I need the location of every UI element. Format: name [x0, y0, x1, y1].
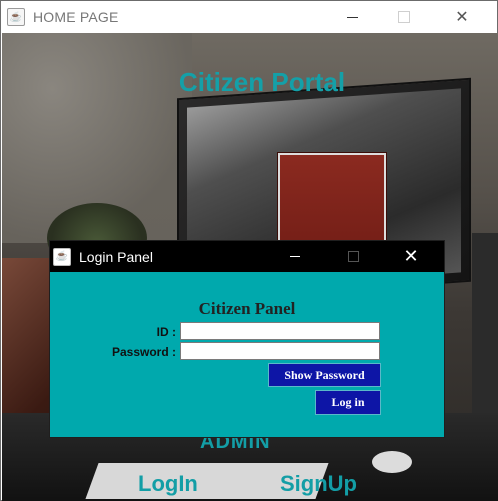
- java-coffee-icon: ☕: [53, 247, 71, 266]
- close-icon: ✕: [455, 9, 469, 26]
- java-coffee-icon: ☕: [7, 8, 25, 26]
- login-dialog: ☕ Login Panel ✕ Citizen Panel ID : Passw…: [49, 240, 445, 438]
- mouse-graphic: [372, 451, 412, 473]
- home-titlebar[interactable]: ☕ HOME PAGE ✕: [1, 1, 497, 33]
- close-icon: ✕: [403, 246, 419, 266]
- dialog-minimize-button[interactable]: [272, 241, 318, 272]
- close-button[interactable]: ✕: [439, 1, 485, 33]
- dialog-close-button[interactable]: ✕: [388, 241, 434, 272]
- signup-link[interactable]: SignUp: [280, 471, 357, 497]
- password-field[interactable]: [180, 342, 380, 360]
- minimize-button[interactable]: [329, 1, 375, 33]
- login-dialog-titlebar[interactable]: ☕ Login Panel ✕: [50, 241, 444, 272]
- login-link[interactable]: LogIn: [138, 471, 198, 497]
- id-label: ID :: [156, 325, 176, 339]
- maximize-button[interactable]: [381, 1, 427, 33]
- password-label: Password :: [111, 345, 176, 359]
- maximize-icon: [347, 251, 359, 262]
- minimize-icon: [346, 16, 358, 18]
- window-title: HOME PAGE: [33, 9, 119, 25]
- show-password-button[interactable]: Show Password: [268, 363, 381, 387]
- login-button[interactable]: Log in: [315, 390, 381, 415]
- dialog-title: Login Panel: [79, 248, 153, 265]
- panel-heading: Citizen Panel: [198, 299, 296, 318]
- portal-title: Citizen Portal: [178, 67, 346, 97]
- id-field[interactable]: [180, 322, 380, 340]
- maximize-icon: [398, 11, 410, 23]
- minimize-icon: [290, 256, 300, 257]
- dialog-maximize-button[interactable]: [330, 241, 376, 272]
